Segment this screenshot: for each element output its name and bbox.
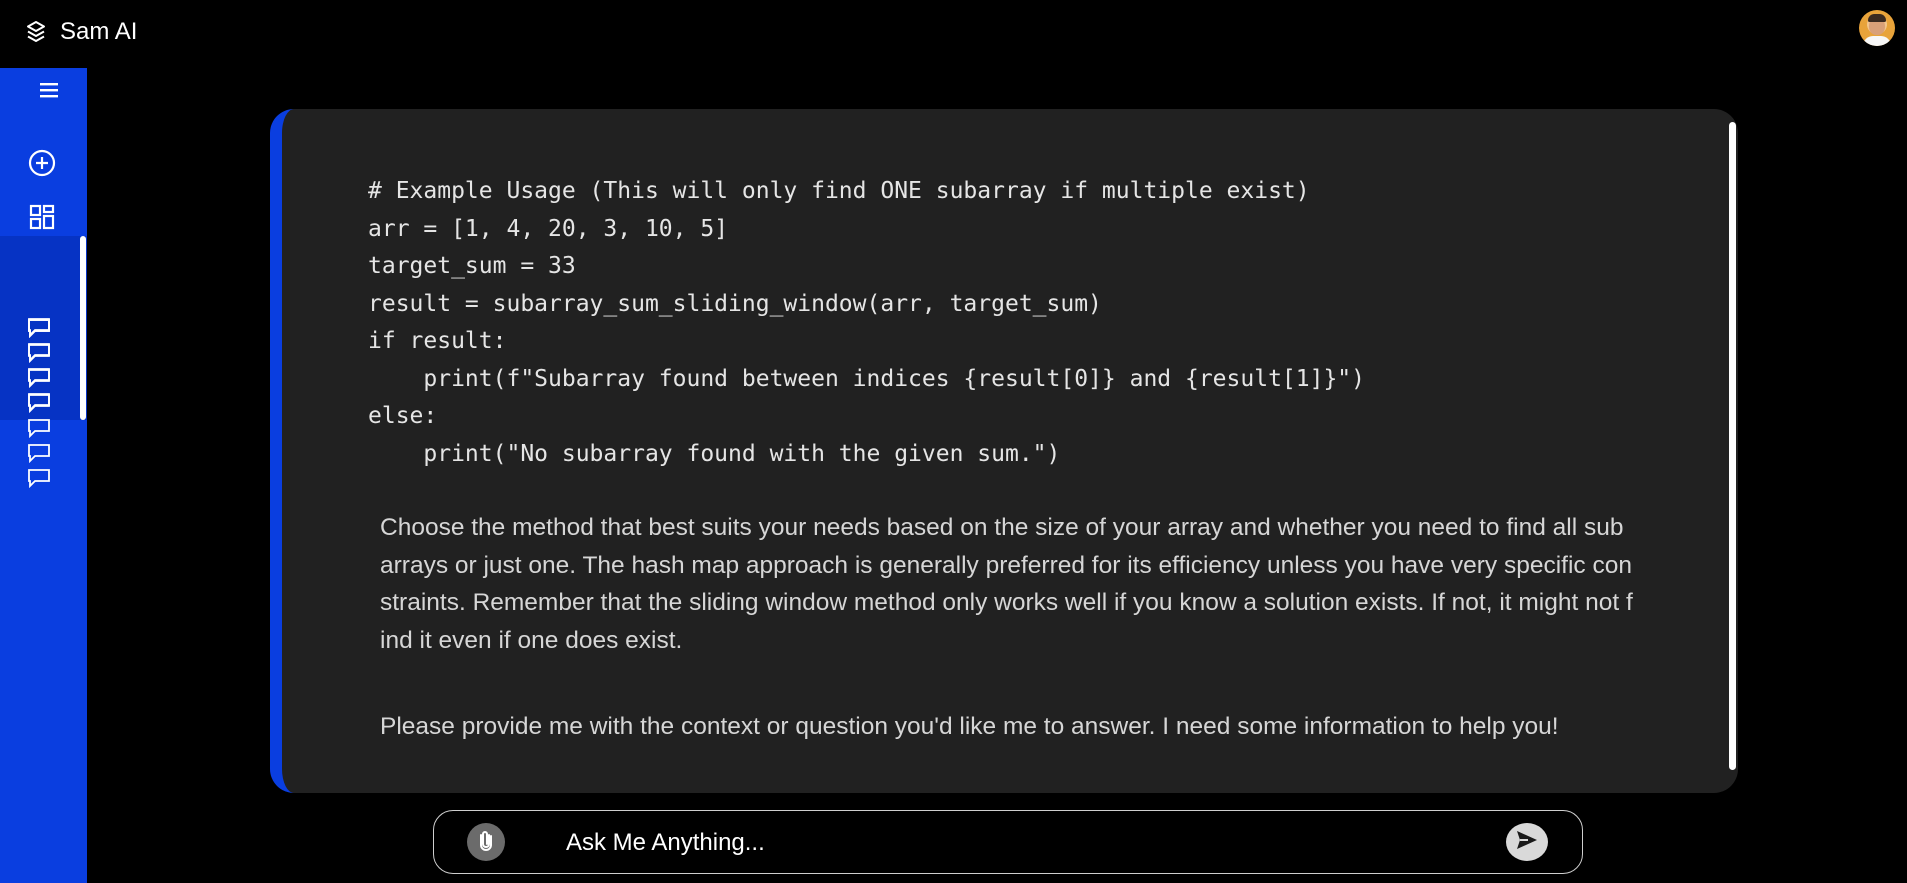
code-line: target_sum = 33 xyxy=(368,253,576,279)
code-line: if result: xyxy=(368,328,507,354)
chat-bubble-icon xyxy=(27,319,51,342)
attach-button[interactable] xyxy=(467,823,505,861)
response-scrollbar[interactable] xyxy=(1729,122,1736,770)
send-button[interactable] xyxy=(1506,823,1548,861)
chat-bubble-icon xyxy=(27,469,51,492)
chat-bubble-icon xyxy=(27,419,51,442)
chat-history-item[interactable] xyxy=(27,368,51,389)
brand[interactable]: Sam AI xyxy=(24,18,137,46)
code-line: arr = [1, 4, 20, 3, 10, 5] xyxy=(368,215,729,242)
chat-history-item[interactable] xyxy=(27,393,51,414)
chat-history-item[interactable] xyxy=(27,318,51,339)
code-line: result = subarray_sum_sliding_window(arr… xyxy=(368,290,1102,317)
menu-button[interactable] xyxy=(29,72,69,112)
logo-icon xyxy=(24,20,48,44)
history-scrollbar[interactable] xyxy=(80,236,86,420)
chat-bubble-icon xyxy=(27,344,51,367)
response-paragraph: Choose the method that best suits your n… xyxy=(380,514,1633,654)
chat-history-item[interactable] xyxy=(27,443,51,464)
chat-history-item[interactable] xyxy=(27,468,51,489)
plus-circle-icon xyxy=(28,149,56,182)
menu-icon xyxy=(39,81,59,104)
code-line: print(f"Subarray found between indices {… xyxy=(368,365,1365,392)
ask-input[interactable] xyxy=(564,823,1468,863)
dashboard-button[interactable] xyxy=(22,199,62,239)
chat-history-item[interactable] xyxy=(27,418,51,439)
code-block: # Example Usage (This will only find ONE… xyxy=(368,173,1365,473)
app-title: Sam AI xyxy=(60,18,138,45)
chat-bubble-icon xyxy=(27,394,51,417)
chat-bubble-icon xyxy=(27,444,51,467)
response-paragraph: Please provide me with the context or qu… xyxy=(380,713,1559,740)
new-chat-button[interactable] xyxy=(22,145,62,185)
paperclip-icon xyxy=(477,829,495,856)
code-line: print("No subarray found with the given … xyxy=(368,440,1061,467)
chat-bubble-icon xyxy=(27,369,51,392)
composer xyxy=(433,810,1583,874)
chat-history-item[interactable] xyxy=(27,343,51,364)
code-line: # Example Usage (This will only find ONE… xyxy=(368,178,1310,204)
top-bar: Sam AI xyxy=(0,0,1907,68)
avatar[interactable] xyxy=(1859,10,1895,46)
send-icon xyxy=(1515,829,1539,856)
dashboard-icon xyxy=(29,204,55,235)
code-line: else: xyxy=(368,403,438,429)
